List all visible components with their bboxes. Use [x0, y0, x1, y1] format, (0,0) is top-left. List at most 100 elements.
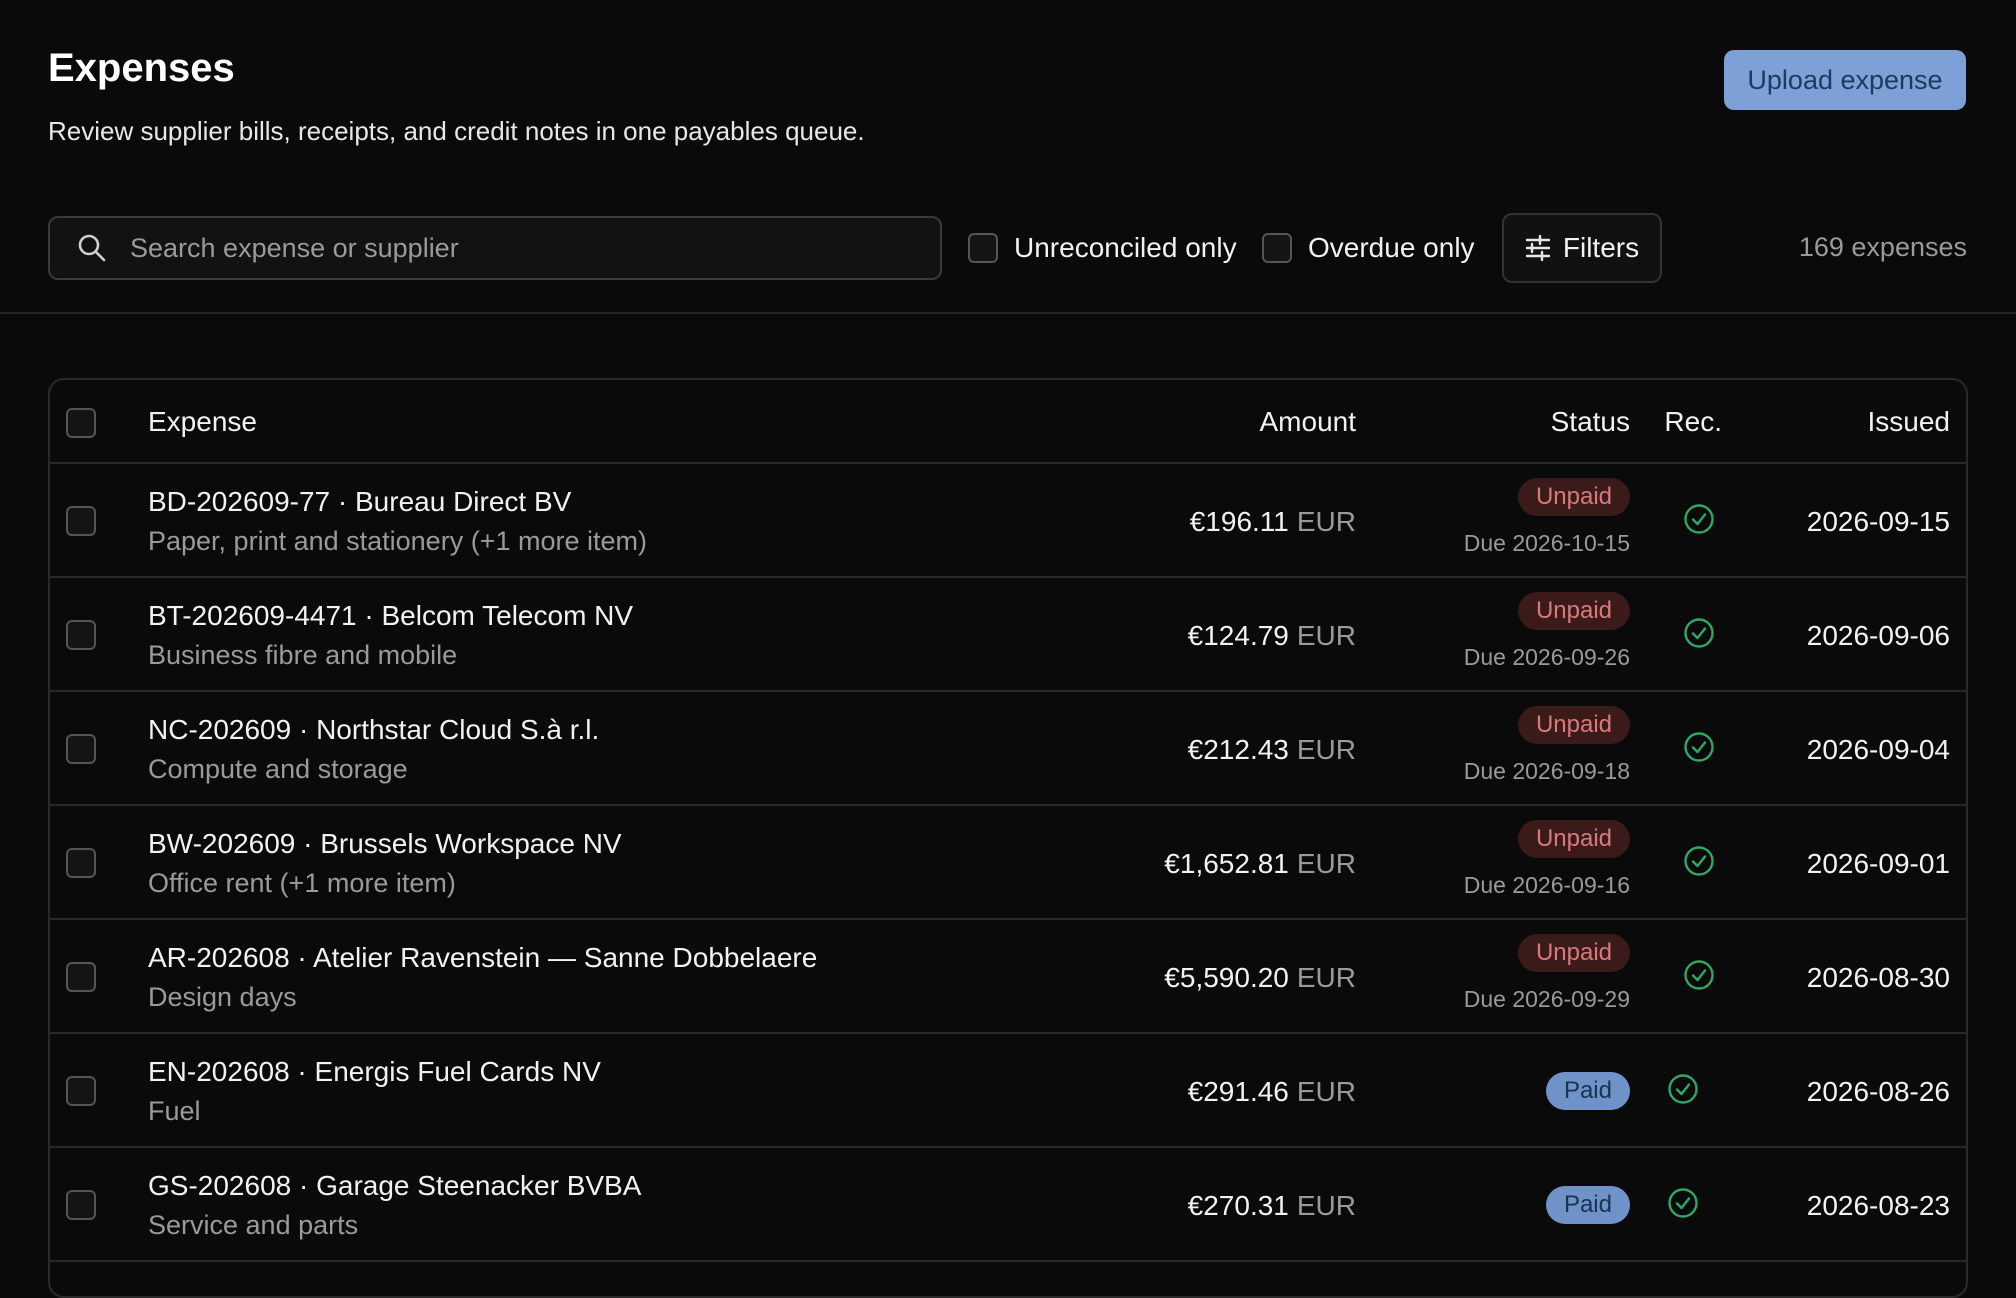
- row-checkbox[interactable]: [66, 1076, 96, 1106]
- expense-description: Business fibre and mobile: [148, 640, 458, 670]
- table-row[interactable]: EN-202608 · Energis Fuel Cards NV Fuel €29…: [50, 1034, 1966, 1148]
- expense-description: Design days: [148, 982, 297, 1012]
- expense-description: Service and parts: [148, 1210, 359, 1240]
- filters-label: Filters: [1562, 232, 1640, 263]
- table-row[interactable]: BW-202609 · Brussels Workspace NV Office …: [50, 806, 1966, 920]
- expense-amount: €5,590.20 EUR: [1164, 962, 1356, 994]
- column-header-rec[interactable]: Rec.: [1664, 406, 1722, 438]
- expenses-table: Expense Amount Status Rec. Issued BD-202…: [48, 378, 1968, 1298]
- status-badge: Paid: [1545, 1072, 1630, 1110]
- search-box[interactable]: [48, 216, 942, 280]
- reconciled-check-icon: [1668, 1074, 1698, 1104]
- reconciled-check-icon: [1684, 732, 1714, 762]
- status-badge: Unpaid: [1517, 592, 1630, 630]
- issued-date: 2026-09-04: [1806, 734, 1950, 765]
- status-badge: Unpaid: [1517, 820, 1630, 858]
- due-date: Due 2026-09-16: [1463, 872, 1630, 898]
- issued-date: 2026-08-30: [1806, 962, 1950, 993]
- expense-description: Paper, print and stationery (+1 more ite…: [148, 526, 647, 556]
- table-row[interactable]: BD-202609-77 · Bureau Direct BV Paper, pr…: [50, 464, 1966, 578]
- reconciled-check-icon: [1684, 618, 1714, 648]
- table-row[interactable]: BT-202609-4471 · Belcom Telecom NV Busine…: [50, 578, 1966, 692]
- amount-value: €5,590.20: [1164, 962, 1289, 993]
- expense-amount: €270.31 EUR: [1188, 1190, 1356, 1222]
- issued-date: 2026-08-26: [1806, 1076, 1950, 1107]
- table-row[interactable]: GS-202608 · Garage Steenacker BVBA Servic…: [50, 1148, 1966, 1262]
- expense-title[interactable]: NC-202609 · Northstar Cloud S.à r.l.: [148, 714, 599, 746]
- reconciled-check-icon: [1684, 504, 1714, 534]
- table-body: BD-202609-77 · Bureau Direct BV Paper, pr…: [50, 464, 1966, 1262]
- row-checkbox[interactable]: [66, 734, 96, 764]
- amount-value: €270.31: [1187, 1190, 1289, 1221]
- column-header-expense[interactable]: Expense: [148, 406, 257, 438]
- table-row[interactable]: NC-202609 · Northstar Cloud S.à r.l. Comp…: [50, 692, 1966, 806]
- reconciled-check-icon: [1668, 1188, 1698, 1218]
- overdue-checkbox[interactable]: [1262, 233, 1292, 263]
- column-header-status[interactable]: Status: [1551, 406, 1630, 438]
- amount-value: €196.11: [1189, 506, 1289, 537]
- row-checkbox[interactable]: [66, 620, 96, 650]
- expense-title[interactable]: EN-202608 · Energis Fuel Cards NV: [148, 1056, 601, 1088]
- overdue-label: Overdue only: [1308, 232, 1475, 263]
- sliders-icon: [1525, 235, 1551, 261]
- page-subtitle: Review supplier bills, receipts, and cre…: [48, 116, 865, 146]
- search-icon: [78, 234, 106, 262]
- status-badge: Unpaid: [1517, 934, 1630, 972]
- expense-description: Fuel: [148, 1096, 201, 1126]
- amount-currency: EUR: [1296, 1190, 1356, 1221]
- status-badge: Paid: [1545, 1186, 1630, 1224]
- expense-count: 169 expenses: [1798, 232, 1967, 262]
- expense-title[interactable]: BW-202609 · Brussels Workspace NV: [148, 828, 622, 860]
- upload-expense-button[interactable]: Upload expense: [1724, 50, 1966, 110]
- amount-value: €124.79: [1187, 620, 1289, 651]
- expense-title[interactable]: GS-202608 · Garage Steenacker BVBA: [148, 1170, 641, 1202]
- reconciled-check-icon: [1684, 960, 1714, 990]
- overdue-toggle[interactable]: Overdue only: [1262, 232, 1475, 264]
- table-header: Expense Amount Status Rec. Issued: [50, 380, 1966, 464]
- issued-date: 2026-09-06: [1806, 620, 1950, 651]
- row-checkbox[interactable]: [66, 506, 96, 536]
- unreconciled-toggle[interactable]: Unreconciled only: [968, 232, 1237, 264]
- due-date: Due 2026-09-29: [1463, 986, 1630, 1012]
- amount-value: €1,652.81: [1164, 848, 1289, 879]
- select-all-checkbox[interactable]: [66, 408, 96, 438]
- amount-currency: EUR: [1296, 734, 1356, 765]
- expense-title[interactable]: BD-202609-77 · Bureau Direct BV: [148, 486, 571, 518]
- due-date: Due 2026-09-18: [1463, 758, 1630, 784]
- issued-date: 2026-09-15: [1806, 506, 1950, 537]
- expense-amount: €212.43 EUR: [1188, 734, 1356, 766]
- expense-title[interactable]: AR-202608 · Atelier Ravenstein — Sanne D…: [148, 942, 817, 974]
- unreconciled-checkbox[interactable]: [968, 233, 998, 263]
- row-checkbox[interactable]: [66, 848, 96, 878]
- column-header-amount[interactable]: Amount: [1260, 406, 1357, 438]
- status-badge: Unpaid: [1517, 706, 1630, 744]
- due-date: Due 2026-09-26: [1463, 644, 1630, 670]
- table-row[interactable]: AR-202608 · Atelier Ravenstein — Sanne D…: [50, 920, 1966, 1034]
- expense-amount: €196.11 EUR: [1190, 506, 1356, 538]
- amount-currency: EUR: [1296, 620, 1356, 651]
- issued-date: 2026-09-01: [1806, 848, 1950, 879]
- row-checkbox[interactable]: [66, 962, 96, 992]
- issued-date: 2026-08-23: [1806, 1190, 1950, 1221]
- page-title: Expenses: [48, 46, 235, 90]
- expense-description: Compute and storage: [148, 754, 408, 784]
- toolbar-divider: [0, 312, 2016, 314]
- expense-amount: €124.79 EUR: [1188, 620, 1356, 652]
- due-date: Due 2026-10-15: [1463, 530, 1630, 556]
- search-input[interactable]: [128, 231, 892, 265]
- status-badge: Unpaid: [1517, 478, 1630, 516]
- unreconciled-label: Unreconciled only: [1014, 232, 1237, 263]
- expense-amount: €1,652.81 EUR: [1164, 848, 1356, 880]
- expense-title[interactable]: BT-202609-4471 · Belcom Telecom NV: [148, 600, 633, 632]
- expense-amount: €291.46 EUR: [1188, 1076, 1356, 1108]
- amount-currency: EUR: [1296, 848, 1356, 879]
- amount-currency: EUR: [1296, 1076, 1356, 1107]
- expense-description: Office rent (+1 more item): [148, 868, 456, 898]
- amount-currency: EUR: [1296, 506, 1356, 537]
- column-header-issued[interactable]: Issued: [1868, 406, 1951, 438]
- amount-value: €291.46: [1187, 1076, 1289, 1107]
- amount-currency: EUR: [1296, 962, 1356, 993]
- filters-button[interactable]: Filters: [1502, 213, 1662, 283]
- reconciled-check-icon: [1684, 846, 1714, 876]
- row-checkbox[interactable]: [66, 1190, 96, 1220]
